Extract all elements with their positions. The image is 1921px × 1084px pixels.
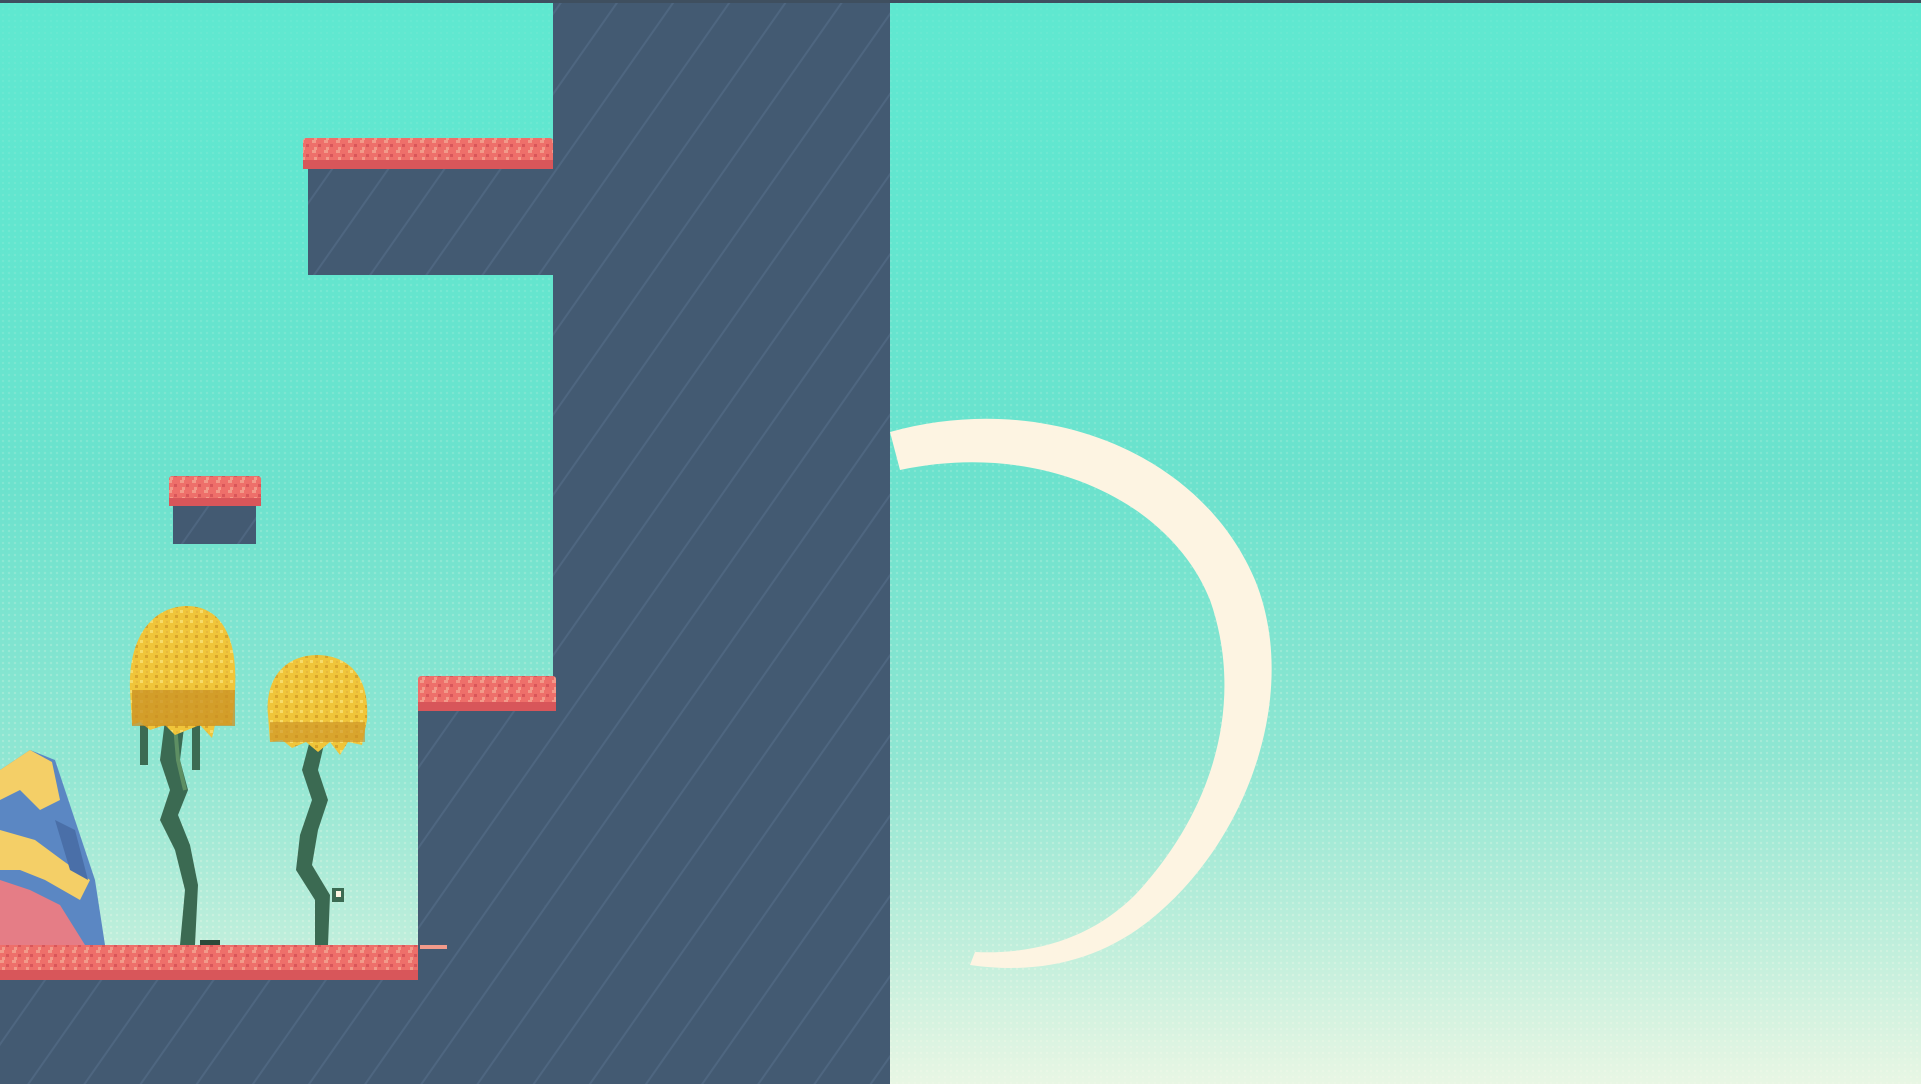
- golden-tree-large: [129, 605, 236, 945]
- golden-tree-small: [267, 655, 368, 945]
- central-rock-pillar: [553, 0, 890, 1084]
- left-crystal-rock: [0, 750, 105, 945]
- ground-grass-platform: [0, 945, 447, 1084]
- middle-grass-ledge: [418, 676, 558, 1084]
- scene-layer: [0, 0, 1272, 1084]
- window-top-border: [0, 0, 1921, 3]
- game-viewport[interactable]: [0, 0, 1921, 1084]
- small-floating-platform: [169, 476, 261, 544]
- sun-halo-arc: [890, 418, 1272, 968]
- upper-grass-ledge: [303, 138, 558, 275]
